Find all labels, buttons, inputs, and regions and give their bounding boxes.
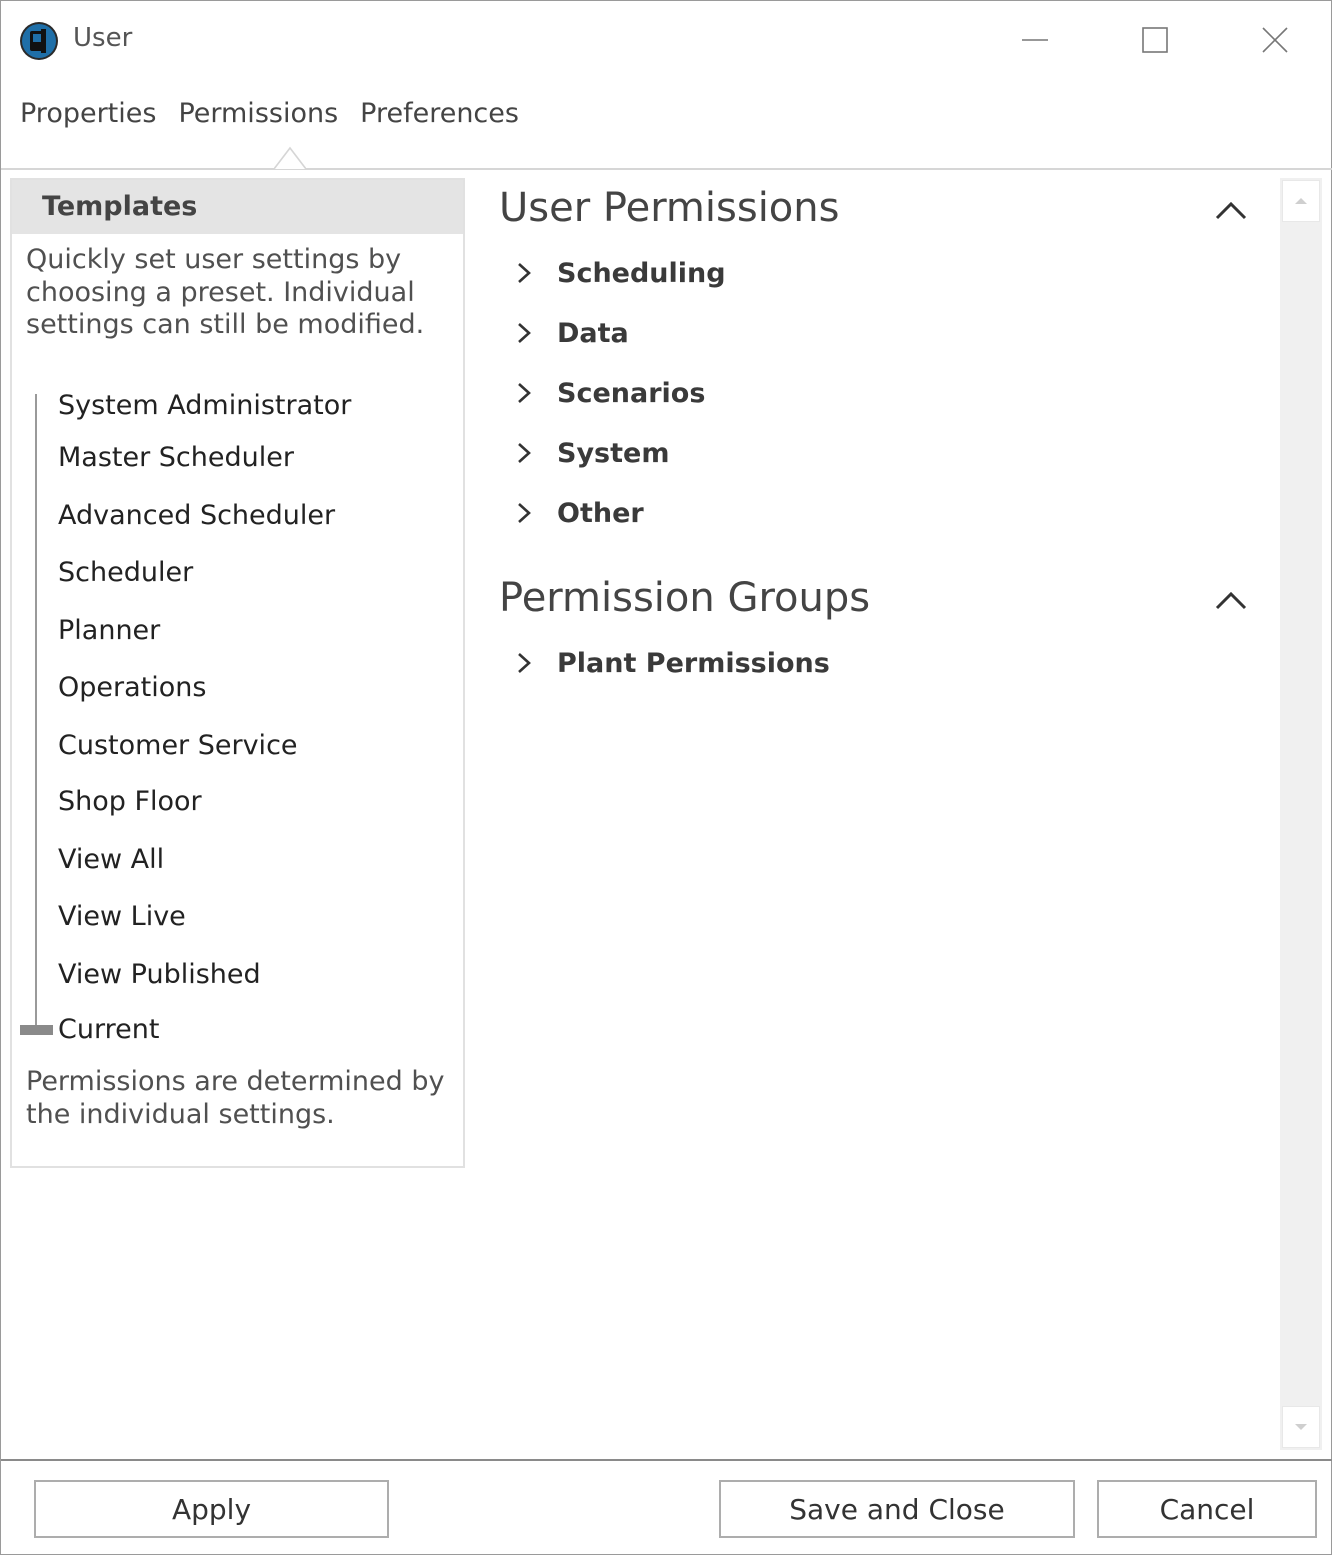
title-bar: User [1,1,1331,79]
preset-slider-thumb[interactable] [20,1025,53,1035]
preset-scheduler[interactable]: Scheduler [58,557,193,588]
save-and-close-button[interactable]: Save and Close [719,1480,1075,1538]
maximize-button[interactable] [1125,15,1185,65]
templates-description: Quickly set user settings by choosing a … [26,244,425,340]
chevron-right-icon [518,323,531,343]
preset-operations[interactable]: Operations [58,672,206,703]
tab-divider [1,168,1332,170]
perm-group-label: Scheduling [557,257,726,289]
preset-slider-track[interactable] [35,394,37,1034]
minimize-icon [1022,39,1048,41]
perm-group-label: Plant Permissions [557,647,830,679]
collapse-permission-groups-icon[interactable] [1211,586,1251,616]
app-logo-icon [20,22,58,60]
perm-group-label: Data [557,317,629,349]
perm-group-scheduling[interactable]: Scheduling [511,253,726,293]
tab-preferences[interactable]: Preferences [360,91,519,141]
vertical-scrollbar[interactable] [1280,178,1322,1450]
close-icon [1262,27,1288,53]
preset-view-all[interactable]: View All [58,844,164,875]
scroll-up-button[interactable] [1282,180,1320,222]
preset-planner[interactable]: Planner [58,615,160,646]
chevron-right-icon [518,653,531,673]
perm-group-scenarios[interactable]: Scenarios [511,373,705,413]
perm-group-plant-permissions[interactable]: Plant Permissions [511,643,830,683]
perm-group-data[interactable]: Data [511,313,629,353]
preset-view-live[interactable]: View Live [58,901,186,932]
maximize-icon [1142,27,1168,53]
user-dialog: User Properties Permissions Preferences … [0,0,1332,1555]
preset-current[interactable]: Current [58,1014,159,1045]
templates-header: Templates [12,180,463,234]
perm-group-other[interactable]: Other [511,493,644,533]
scroll-down-icon [1295,1424,1307,1430]
perm-group-label: Scenarios [557,377,706,409]
perm-group-label: System [557,437,670,469]
close-button[interactable] [1245,15,1305,65]
scroll-down-button[interactable] [1282,1406,1320,1448]
templates-panel: Templates Quickly set user settings by c… [10,178,465,1168]
tab-properties[interactable]: Properties [20,91,156,141]
chevron-right-icon [518,443,531,463]
permission-groups-title: Permission Groups [499,575,871,621]
tab-permissions[interactable]: Permissions [178,91,338,141]
user-permissions-title: User Permissions [499,185,840,231]
tab-strip: Properties Permissions Preferences [1,91,541,141]
preset-master-scheduler[interactable]: Master Scheduler [58,442,294,473]
preset-customer-service[interactable]: Customer Service [58,730,298,761]
perm-group-system[interactable]: System [511,433,669,473]
preset-view-published[interactable]: View Published [58,959,261,990]
templates-footer-note: Permissions are determined by the indivi… [26,1066,445,1130]
scroll-up-icon [1295,198,1307,204]
collapse-user-permissions-icon[interactable] [1211,196,1251,226]
preset-system-administrator[interactable]: System Administrator [58,390,351,421]
window-title: User [73,23,133,53]
chevron-right-icon [518,263,531,283]
chevron-right-icon [518,503,531,523]
cancel-button[interactable]: Cancel [1097,1480,1317,1538]
minimize-button[interactable] [1005,15,1065,65]
preset-advanced-scheduler[interactable]: Advanced Scheduler [58,500,335,531]
selected-tab-indicator [274,146,306,170]
footer-divider [1,1459,1332,1461]
perm-group-label: Other [557,497,644,529]
chevron-right-icon [518,383,531,403]
apply-button[interactable]: Apply [34,1480,389,1538]
preset-shop-floor[interactable]: Shop Floor [58,786,202,817]
